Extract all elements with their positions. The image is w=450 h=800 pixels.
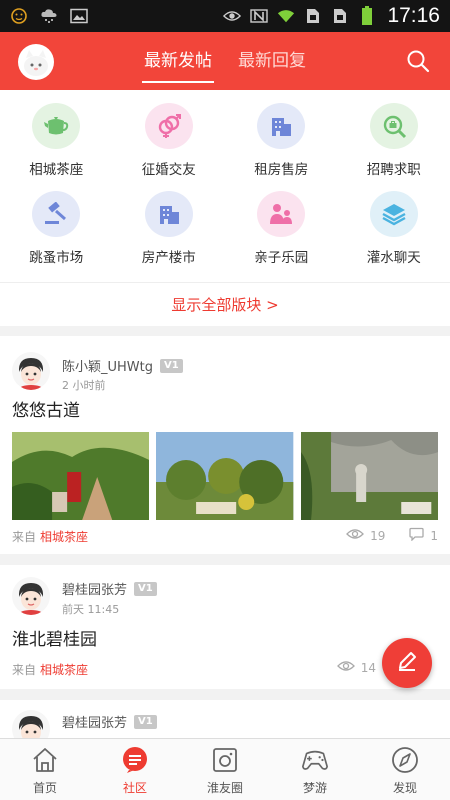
author-name-row: 碧桂园张芳 V1: [62, 579, 157, 598]
author-name-row: 陈小颖_UHWtg V1: [62, 356, 183, 375]
category-label: 租房售房: [254, 162, 309, 178]
post-source: 来自 相城茶座: [12, 661, 88, 678]
weather-snow-icon: [40, 8, 58, 24]
gallery-icon: [70, 8, 88, 24]
forum-categories: 相城茶座 征婚交友 租房售房 招聘求职 跳蚤市场 房产楼市 亲子乐园 灌水聊天: [0, 90, 450, 282]
category-label: 房产楼市: [141, 250, 196, 266]
post-time: 前天 11:45: [62, 603, 120, 616]
status-bar: 17:16: [0, 0, 450, 32]
battery-icon: [358, 6, 376, 25]
nav-huaiyou-circle[interactable]: 淮友圈: [180, 739, 270, 800]
forum-link[interactable]: 相城茶座: [40, 663, 88, 677]
search-icon[interactable]: [406, 49, 430, 73]
author-name[interactable]: 碧桂园张芳: [62, 712, 127, 731]
app-header: 最新发帖 最新回复: [0, 32, 450, 90]
teapot-icon: [32, 103, 81, 149]
category-rent-sell-house[interactable]: 租房售房: [225, 90, 338, 178]
post-title[interactable]: 淮北碧桂园: [12, 625, 97, 650]
category-real-estate[interactable]: 房产楼市: [113, 178, 226, 266]
tab-latest-replies[interactable]: 最新回复: [238, 32, 306, 90]
gamepad-icon: [301, 746, 329, 774]
sim-card-icon: [304, 8, 322, 24]
clock: 17:16: [387, 4, 440, 27]
post-stats: 19 1: [346, 527, 438, 544]
level-badge: V1: [160, 358, 183, 373]
view-count: 14: [360, 660, 376, 675]
sim-card-2-icon: [331, 8, 349, 24]
category-chitchat[interactable]: 灌水聊天: [338, 178, 450, 266]
author-name-row: 碧桂园张芳 V1: [62, 712, 157, 731]
category-label: 灌水聊天: [366, 250, 421, 266]
category-label: 征婚交友: [141, 162, 196, 178]
post-image[interactable]: [300, 432, 438, 520]
parent-child-icon: [257, 191, 306, 237]
bottom-navigation: 首页 社区 淮友圈 梦游 发现: [0, 738, 450, 800]
building-icon: [257, 103, 306, 149]
post-stats: 14: [336, 660, 376, 675]
category-dating[interactable]: 征婚交友: [113, 90, 226, 178]
views-icon: [346, 528, 364, 543]
author-name[interactable]: 碧桂园张芳: [62, 579, 127, 598]
category-label: 跳蚤市场: [29, 250, 84, 266]
source-prefix: 来自: [12, 663, 37, 677]
forum-link[interactable]: 相城茶座: [40, 530, 88, 544]
nav-discover[interactable]: 发现: [360, 739, 450, 800]
feed-tabs: 最新发帖 最新回复: [0, 32, 450, 90]
post-title[interactable]: 悠悠古道: [12, 396, 80, 421]
layers-icon: [369, 191, 418, 237]
views-icon: [336, 660, 355, 675]
category-label: 相城茶座: [29, 162, 84, 178]
category-label: 招聘求职: [366, 162, 421, 178]
comment-icon: [409, 527, 425, 544]
post-image[interactable]: [156, 432, 294, 520]
job-search-icon: [369, 103, 418, 149]
nfc-icon: [250, 8, 269, 24]
eye-icon: [223, 8, 242, 24]
category-jobs[interactable]: 招聘求职: [338, 90, 450, 178]
nav-community[interactable]: 社区: [90, 739, 180, 800]
nav-label: 发现: [392, 781, 417, 795]
compass-icon: [391, 746, 419, 774]
pencil-icon: [395, 649, 419, 677]
author-avatar[interactable]: [12, 577, 50, 615]
post-images: [12, 432, 438, 520]
home-icon: [31, 746, 59, 774]
level-badge: V1: [134, 714, 157, 729]
tab-latest-posts[interactable]: 最新发帖: [142, 32, 214, 90]
community-chat-icon: [121, 746, 149, 774]
wifi-icon: [277, 8, 295, 24]
camera-frame-icon: [211, 746, 239, 774]
show-all-forums-link[interactable]: 显示全部版块 >: [0, 282, 450, 326]
author-avatar[interactable]: [12, 352, 50, 390]
post-time: 2 小时前: [62, 379, 106, 392]
author-name[interactable]: 陈小颖_UHWtg: [62, 356, 153, 375]
gender-icon: [144, 103, 193, 149]
category-label: 亲子乐园: [254, 250, 309, 266]
category-parent-child[interactable]: 亲子乐园: [225, 178, 338, 266]
emoji-notification-icon: [10, 8, 28, 24]
category-flea-market[interactable]: 跳蚤市场: [0, 178, 113, 266]
nav-label: 梦游: [302, 781, 327, 795]
author-avatar[interactable]: [12, 710, 50, 738]
nav-home[interactable]: 首页: [0, 739, 90, 800]
comment-count: 1: [430, 528, 438, 543]
category-xiangcheng-teahouse[interactable]: 相城茶座: [0, 90, 113, 178]
nav-label: 首页: [32, 781, 57, 795]
auction-hammer-icon: [32, 191, 81, 237]
post-image[interactable]: [12, 432, 150, 520]
nav-label: 社区: [122, 781, 147, 795]
post-source: 来自 相城茶座: [12, 528, 88, 545]
nav-mengyou[interactable]: 梦游: [270, 739, 360, 800]
building-icon: [144, 191, 193, 237]
view-count: 19: [370, 528, 386, 543]
level-badge: V1: [134, 581, 157, 596]
compose-post-button[interactable]: [382, 638, 432, 688]
post-card[interactable]: 碧桂园张芳 V1: [0, 700, 450, 738]
post-card[interactable]: 陈小颖_UHWtg V1 2 小时前 悠悠古道 来自 相城茶座 19 1: [0, 336, 450, 554]
nav-label: 淮友圈: [206, 781, 243, 795]
source-prefix: 来自: [12, 530, 37, 544]
